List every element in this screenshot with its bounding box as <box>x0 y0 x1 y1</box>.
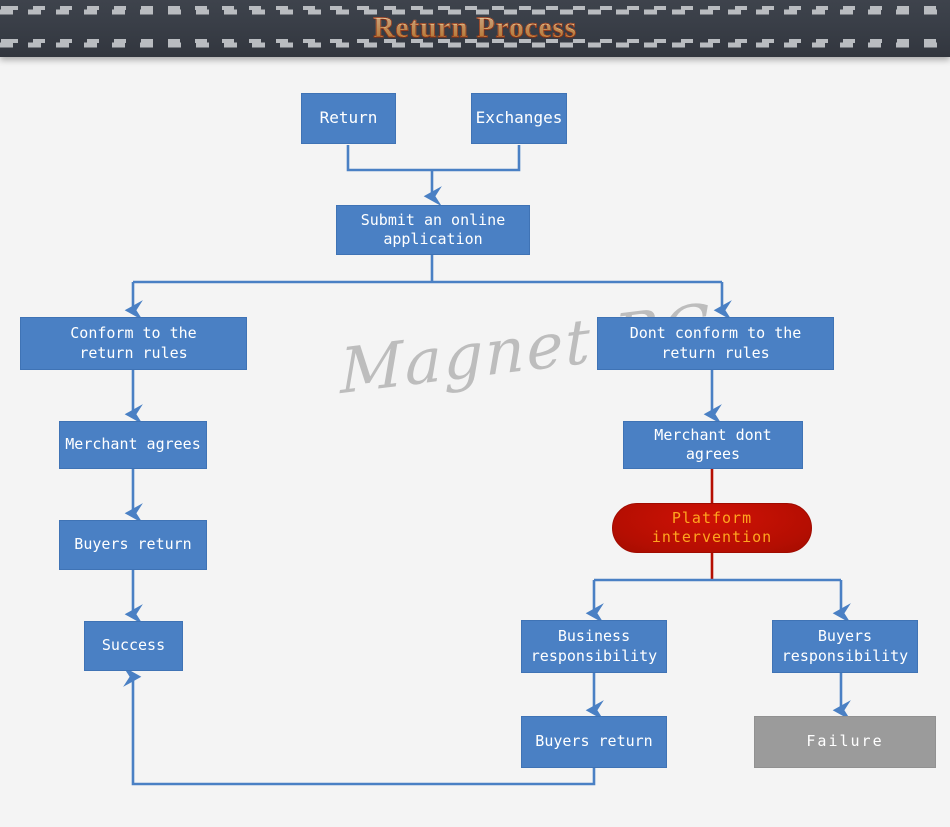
node-success[interactable]: Success <box>84 621 183 671</box>
node-return[interactable]: Return <box>301 93 396 144</box>
node-conform-to-return-rules[interactable]: Conform to the return rules <box>20 317 247 370</box>
node-submit-application[interactable]: Submit an online application <box>336 205 530 255</box>
node-exchanges[interactable]: Exchanges <box>471 93 567 144</box>
flowchart-page: Return Process Magnet BG Return Exchange… <box>0 0 950 827</box>
node-buyers-responsibility[interactable]: Buyers responsibility <box>772 620 918 673</box>
edge-return-to-submit <box>346 145 432 172</box>
edge-exchanges-to-submit <box>432 145 521 172</box>
node-buyers-return-left[interactable]: Buyers return <box>59 520 207 570</box>
node-buyers-return-mid[interactable]: Buyers return <box>521 716 667 768</box>
node-dont-conform-to-return-rules[interactable]: Dont conform to the return rules <box>597 317 834 370</box>
node-business-responsibility[interactable]: Business responsibility <box>521 620 667 673</box>
node-failure[interactable]: Failure <box>754 716 936 768</box>
node-merchant-agrees[interactable]: Merchant agrees <box>59 421 207 469</box>
node-merchant-dont-agrees[interactable]: Merchant dont agrees <box>623 421 803 469</box>
flowchart-canvas: Return Exchanges Submit an online applic… <box>0 0 950 827</box>
node-platform-intervention[interactable]: Platform intervention <box>612 503 812 553</box>
